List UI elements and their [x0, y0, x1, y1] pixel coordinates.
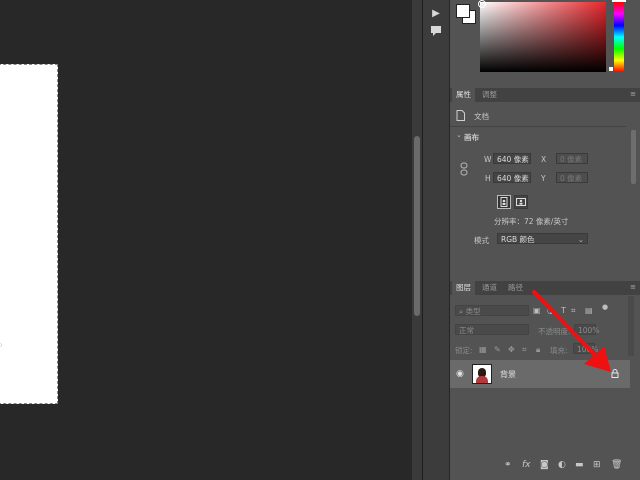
- properties-scrollbar[interactable]: [631, 130, 636, 184]
- color-field[interactable]: [480, 2, 606, 72]
- mode-select[interactable]: RGB 颜色 ⌄: [497, 233, 588, 244]
- foreground-color-swatch[interactable]: [456, 4, 470, 18]
- link-layers-icon[interactable]: ⚭: [504, 458, 512, 472]
- canvas-edge-glyph: ⁾: [0, 342, 2, 351]
- mode-label: 模式: [474, 236, 489, 245]
- tab-adjustments[interactable]: 调整: [478, 88, 501, 102]
- panel-menu-icon[interactable]: ≡: [630, 91, 636, 98]
- y-label: Y: [541, 174, 546, 183]
- chevron-down-icon: ⌄: [577, 235, 584, 244]
- play-icon[interactable]: ▶: [429, 7, 443, 21]
- document-icon: [456, 110, 465, 123]
- width-label: W: [484, 155, 492, 164]
- y-field[interactable]: 0 像素: [556, 172, 588, 183]
- canvas-scrollbar-thumb[interactable]: [414, 136, 420, 316]
- height-label: H: [485, 174, 491, 183]
- height-field[interactable]: 640 像素: [493, 172, 531, 183]
- layers-bottom-toolbar: ⚭ fx ◙ ◐ ▬ ⊞ 🗑︎: [450, 458, 640, 472]
- properties-tabbar: 属性 调整 ≡: [450, 88, 640, 102]
- tab-properties[interactable]: 属性: [452, 88, 475, 102]
- hue-slider[interactable]: [614, 2, 624, 72]
- color-field-corner-marker: [609, 67, 613, 71]
- color-field-marker: [478, 0, 486, 8]
- section-collapse-icon[interactable]: ⌄: [456, 131, 462, 139]
- link-dimensions-icon[interactable]: [460, 162, 468, 178]
- properties-divider: [450, 126, 626, 127]
- panel-tool-strip: [423, 0, 449, 480]
- mode-select-value: RGB 颜色: [501, 235, 535, 244]
- x-field[interactable]: 0 像素: [556, 153, 588, 164]
- landscape-orientation-button[interactable]: [514, 195, 528, 209]
- trash-icon[interactable]: 🗑︎: [611, 458, 622, 472]
- new-group-icon[interactable]: ▬: [575, 458, 584, 472]
- layer-style-icon[interactable]: fx: [522, 458, 531, 472]
- annotation-arrow: [532, 290, 611, 372]
- portrait-orientation-button[interactable]: [497, 195, 511, 209]
- canvas-area[interactable]: [0, 0, 412, 480]
- adjustment-layer-icon[interactable]: ◐: [558, 458, 566, 472]
- width-field[interactable]: 640 像素: [493, 153, 531, 164]
- document-label: 文档: [474, 112, 489, 121]
- hue-slider-handle[interactable]: [612, 0, 626, 2]
- document-canvas[interactable]: [0, 64, 58, 404]
- resolution-text: 分辨率：72 像素/英寸: [494, 217, 569, 226]
- x-label: X: [541, 155, 547, 164]
- canvas-section-title: 画布: [464, 133, 479, 142]
- comment-icon[interactable]: [429, 25, 443, 39]
- add-mask-icon[interactable]: ◙: [540, 458, 549, 472]
- new-layer-icon[interactable]: ⊞: [593, 458, 601, 472]
